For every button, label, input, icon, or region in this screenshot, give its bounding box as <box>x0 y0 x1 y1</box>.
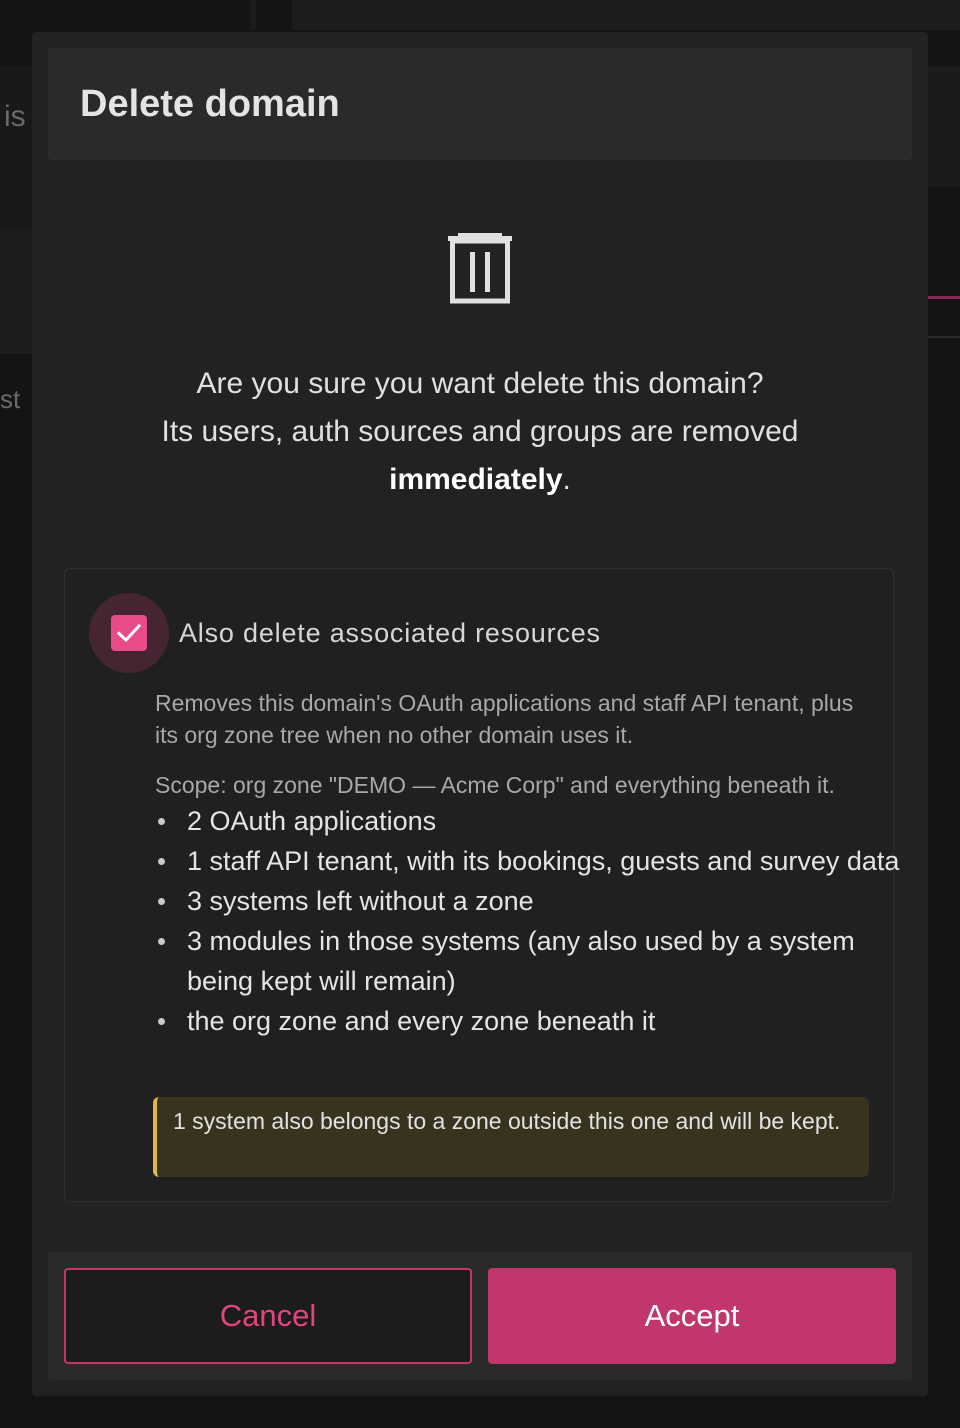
checkbox-focus-halo[interactable] <box>89 593 169 673</box>
trash-icon <box>446 230 514 306</box>
delete-resources-checkbox[interactable] <box>111 615 147 651</box>
associated-resources-panel: Also delete associated resources Removes… <box>64 568 899 1202</box>
background-panel <box>0 66 32 230</box>
cancel-button[interactable]: Cancel <box>64 1268 472 1364</box>
background-text: is <box>4 100 26 133</box>
list-item: the org zone and every zone beneath it <box>158 1001 907 1041</box>
dialog-header: Delete domain <box>48 48 912 160</box>
message-line: Are you sure you want delete this domain… <box>196 367 764 400</box>
background-panel <box>928 66 960 186</box>
confirmation-message: Are you sure you want delete this domain… <box>92 360 868 504</box>
background-divider <box>250 0 256 30</box>
background-divider <box>928 336 960 338</box>
impact-list: 2 OAuth applications 1 staff API tenant,… <box>155 801 907 1041</box>
list-item: 3 modules in those systems (any also use… <box>158 921 907 1001</box>
accept-button[interactable]: Accept <box>488 1268 896 1364</box>
background-panel <box>0 230 32 354</box>
resources-hint: Removes this domain's OAuth applications… <box>155 690 854 748</box>
background-header <box>292 0 960 30</box>
dialog-footer: Cancel Accept <box>48 1252 912 1380</box>
delete-domain-dialog: Delete domain Are you sure you want dele… <box>32 32 928 1396</box>
list-item: 2 OAuth applications <box>158 801 907 841</box>
message-line: Its users, auth sources and groups are r… <box>161 415 799 448</box>
list-item: 3 systems left without a zone <box>158 881 907 921</box>
resources-scope: Scope: org zone "DEMO — Acme Corp" and e… <box>155 772 835 798</box>
dialog-title: Delete domain <box>80 83 340 125</box>
checkmark-icon <box>116 623 142 643</box>
background-text: st <box>0 384 21 414</box>
message-emphasis: immediately <box>389 463 563 496</box>
message-end: . <box>562 463 571 496</box>
checkbox-label[interactable]: Also delete associated resources <box>179 615 601 651</box>
background-accent-line <box>928 296 960 299</box>
kept-system-warning: 1 system also belongs to a zone outside … <box>153 1097 869 1177</box>
message-line: immediately. <box>92 456 868 504</box>
list-item: 1 staff API tenant, with its bookings, g… <box>158 841 907 881</box>
